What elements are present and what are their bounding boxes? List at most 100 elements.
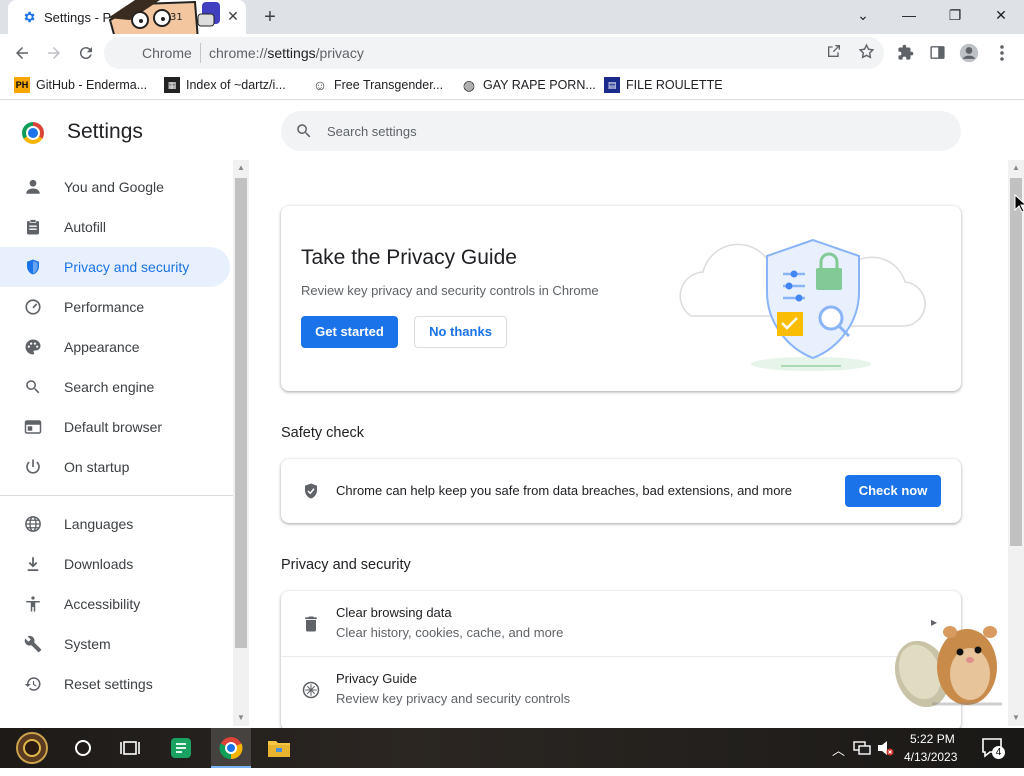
network-icon[interactable] [853, 740, 871, 756]
sidebar-scrollbar[interactable]: ▲ ▼ [233, 160, 249, 726]
start-button[interactable] [16, 732, 48, 764]
bookmark-favicon-icon: ▦ [164, 77, 180, 93]
settings-sidebar: You and Google Autofill Privacy and secu… [0, 160, 233, 726]
bookmark-item[interactable]: ▤ FILE ROULETTE [604, 77, 723, 95]
url-text: chrome://settings/privacy [209, 45, 364, 61]
sidebar-item-you-and-google[interactable]: You and Google [0, 167, 230, 207]
side-panel-icon[interactable] [926, 42, 948, 64]
close-window-button[interactable]: ✕ [978, 0, 1024, 30]
file-explorer-icon[interactable] [263, 732, 295, 764]
no-thanks-button[interactable]: No thanks [414, 316, 507, 348]
compass-icon [302, 681, 320, 699]
accessibility-icon [26, 596, 40, 612]
extensions-puzzle-icon[interactable] [894, 42, 916, 64]
new-tab-button[interactable]: + [258, 5, 282, 29]
bookmark-favicon-icon: ▤ [604, 77, 620, 93]
sidebar-item-default-browser[interactable]: Default browser [0, 407, 230, 447]
bookmark-item[interactable]: ◍ GAY RAPE PORN... [461, 77, 596, 95]
profile-avatar-icon[interactable] [958, 42, 980, 64]
sidebar-item-label: Search engine [64, 379, 155, 395]
tab-close-icon[interactable]: ✕ [224, 7, 242, 25]
back-arrow-icon[interactable] [7, 38, 37, 68]
sidebar-item-autofill[interactable]: Autofill [0, 207, 230, 247]
sidebar-item-on-startup[interactable]: On startup [0, 447, 230, 487]
privacy-guide-title: Take the Privacy Guide [301, 246, 517, 269]
sidebar-item-reset-settings[interactable]: Reset settings [0, 664, 230, 704]
sidebar-item-languages[interactable]: Languages [0, 504, 230, 544]
clock-time[interactable]: 5:22 PM [910, 732, 955, 746]
sidebar-item-label: Accessibility [64, 596, 141, 612]
tab-search-dropdown-icon[interactable]: ⌄ [840, 0, 886, 30]
chrome-taskbar-icon[interactable] [215, 732, 247, 764]
row-title: Privacy Guide [336, 671, 417, 686]
sidebar-item-search-engine[interactable]: Search engine [0, 367, 230, 407]
sidebar-item-label: You and Google [64, 179, 164, 195]
search-icon [26, 380, 40, 394]
person-icon [26, 179, 40, 194]
sidebar-item-performance[interactable]: Performance [0, 287, 230, 327]
more-menu-icon[interactable] [991, 42, 1013, 64]
browser-toolbar: Chrome chrome://settings/privacy [0, 34, 1024, 72]
scrollbar-thumb[interactable] [235, 178, 247, 648]
trash-icon [305, 616, 317, 632]
bookmark-favicon-icon: PH [14, 77, 30, 93]
sidebar-item-appearance[interactable]: Appearance [0, 327, 230, 367]
bookmark-item[interactable]: ☺ Free Transgender... [312, 77, 443, 95]
safety-check-description: Chrome can help keep you safe from data … [336, 483, 792, 498]
notification-count-badge: 4 [992, 746, 1005, 759]
sidebar-item-system[interactable]: System [0, 624, 230, 664]
minimize-button[interactable]: — [886, 0, 932, 30]
bookmark-favicon-icon: ◍ [462, 77, 476, 93]
sidebar-item-privacy-and-security[interactable]: Privacy and security [0, 247, 230, 287]
privacy-settings-card: Clear browsing data Clear history, cooki… [281, 591, 961, 731]
clipboard-icon [27, 219, 39, 235]
reload-icon[interactable] [71, 38, 101, 68]
scroll-down-arrow-icon[interactable]: ▼ [1008, 713, 1024, 722]
bookmark-item[interactable]: ▦ Index of ~dartz/i... [164, 77, 286, 95]
sidebar-item-accessibility[interactable]: Accessibility [0, 584, 230, 624]
clear-browsing-data-row[interactable]: Clear browsing data Clear history, cooki… [281, 591, 961, 657]
sidebar-item-label: Privacy and security [64, 259, 190, 275]
green-app-icon[interactable] [165, 732, 197, 764]
share-icon[interactable] [824, 43, 844, 63]
get-started-button[interactable]: Get started [301, 316, 398, 348]
shield-icon [27, 259, 39, 275]
bookmark-favicon-icon: ☺ [312, 77, 328, 93]
volume-muted-icon[interactable] [876, 740, 894, 756]
search-settings-field[interactable]: Search settings [281, 111, 961, 151]
shield-check-icon [305, 483, 317, 499]
browser-icon [24, 420, 42, 434]
chrome-logo-icon [22, 122, 44, 144]
privacy-guide-row[interactable]: Privacy Guide Review key privacy and sec… [281, 657, 961, 722]
gauge-icon [25, 299, 41, 315]
sidebar-item-label: Downloads [64, 556, 134, 572]
palette-icon [25, 339, 41, 355]
privacy-guide-promo-card: Take the Privacy Guide Review key privac… [281, 206, 961, 391]
sidebar-divider [0, 495, 233, 496]
sidebar-item-label: Reset settings [64, 676, 153, 692]
bookmark-item[interactable]: PH GitHub - Enderma... [14, 77, 147, 95]
privacy-section-heading: Privacy and security [281, 557, 411, 573]
scroll-up-arrow-icon[interactable]: ▲ [233, 163, 249, 172]
notification-center-icon[interactable]: 4 [982, 738, 1006, 760]
restore-button[interactable]: ❐ [932, 0, 978, 30]
scrollbar-thumb[interactable] [1010, 178, 1022, 546]
forward-arrow-icon[interactable] [39, 38, 69, 68]
privacy-guide-description: Review key privacy and security controls… [301, 283, 599, 298]
clock-date[interactable]: 4/13/2023 [904, 750, 957, 764]
check-now-button[interactable]: Check now [845, 475, 941, 507]
reset-icon [24, 677, 41, 691]
scroll-up-arrow-icon[interactable]: ▲ [1008, 163, 1024, 172]
address-bar[interactable]: Chrome chrome://settings/privacy [104, 37, 884, 69]
bookmark-star-icon[interactable] [856, 43, 876, 63]
sidebar-item-label: Default browser [64, 419, 163, 435]
search-circle-icon[interactable] [67, 732, 99, 764]
row-subtitle: Review key privacy and security controls [336, 691, 571, 706]
search-icon [297, 124, 311, 138]
sidebar-item-downloads[interactable]: Downloads [0, 544, 230, 584]
search-input[interactable]: Search settings [327, 124, 417, 139]
task-view-icon[interactable] [114, 732, 146, 764]
main-scrollbar[interactable]: ▲ ▼ [1008, 160, 1024, 726]
tray-chevron-up-icon[interactable]: ︿ [832, 740, 845, 759]
scroll-down-arrow-icon[interactable]: ▼ [233, 713, 249, 722]
